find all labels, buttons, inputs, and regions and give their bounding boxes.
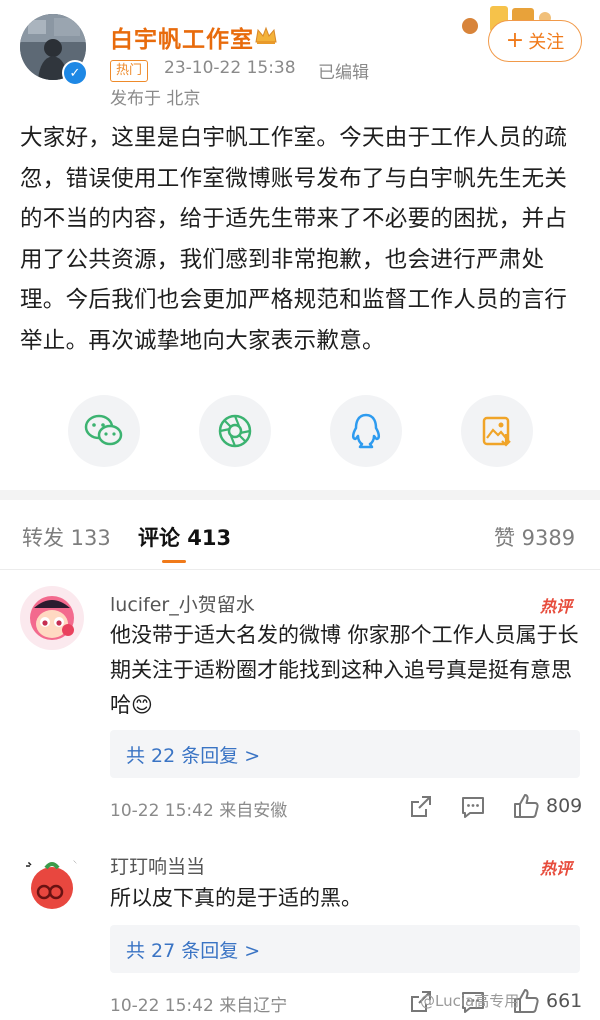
comment-icon[interactable] xyxy=(460,794,486,820)
follow-button[interactable]: + 关注 xyxy=(488,20,582,62)
active-tab-indicator xyxy=(162,560,186,563)
tabs-divider xyxy=(0,569,600,570)
like-icon[interactable] xyxy=(512,792,539,818)
like-count: 809 xyxy=(546,795,583,817)
tab-comments[interactable]: 评论 413 xyxy=(138,522,231,552)
view-replies-button[interactable]: 共 22 条回复 > xyxy=(110,730,580,778)
share-wechat-button[interactable] xyxy=(68,395,140,467)
share-qq-button[interactable] xyxy=(330,395,402,467)
crown-badge-icon xyxy=(254,25,278,45)
comment-username[interactable]: lucifer_小贺留水 xyxy=(110,590,255,617)
comment-text: 所以皮下真的是于适的黑。 xyxy=(110,886,362,910)
comment-avatar[interactable] xyxy=(20,852,84,916)
hot-comment-badge: 热评 xyxy=(540,859,573,878)
hot-tag: 热门 xyxy=(110,60,149,82)
post-time: 23-10-22 15:38 xyxy=(164,58,296,78)
watermark: @Lucia高专用 xyxy=(420,992,520,1010)
view-replies-button[interactable]: 共 27 条回复 > xyxy=(110,925,580,973)
author-name[interactable]: 白宇帆工作室 xyxy=(110,20,254,54)
comment-meta: 10-22 15:42 来自辽宁 xyxy=(110,996,288,1016)
save-image-icon xyxy=(480,414,514,448)
wechat-icon xyxy=(84,413,124,449)
edited-label[interactable]: 已编辑 xyxy=(318,58,369,83)
comment-avatar[interactable] xyxy=(20,586,84,650)
post-location: 发布于 北京 xyxy=(110,89,201,109)
moments-icon xyxy=(217,413,253,449)
qq-icon xyxy=(350,412,382,450)
share-moments-button[interactable] xyxy=(199,395,271,467)
comment-text: 他没带于适大名发的微博 你家那个工作人员属于长期关注于适粉圈才能找到这种入追号真… xyxy=(110,623,579,717)
share-icon[interactable] xyxy=(408,794,434,820)
comment-meta: 10-22 15:42 来自安徽 xyxy=(110,801,288,821)
like-count: 661 xyxy=(546,990,583,1012)
tab-repost[interactable]: 转发 133 xyxy=(22,522,111,552)
post-text: 大家好，这里是白宇帆工作室。今天由于工作人员的疏忽，错误使用工作室微博账号发布了… xyxy=(20,125,568,354)
follow-label: 关注 xyxy=(528,32,565,53)
save-image-button[interactable] xyxy=(461,395,533,467)
section-divider xyxy=(0,490,600,500)
comment-username[interactable]: 玎玎响当当 xyxy=(110,852,205,879)
verified-icon: ✓ xyxy=(62,60,88,86)
plus-icon: + xyxy=(505,28,525,53)
tab-likes[interactable]: 赞 9389 xyxy=(494,522,575,552)
hot-comment-badge: 热评 xyxy=(540,597,573,616)
